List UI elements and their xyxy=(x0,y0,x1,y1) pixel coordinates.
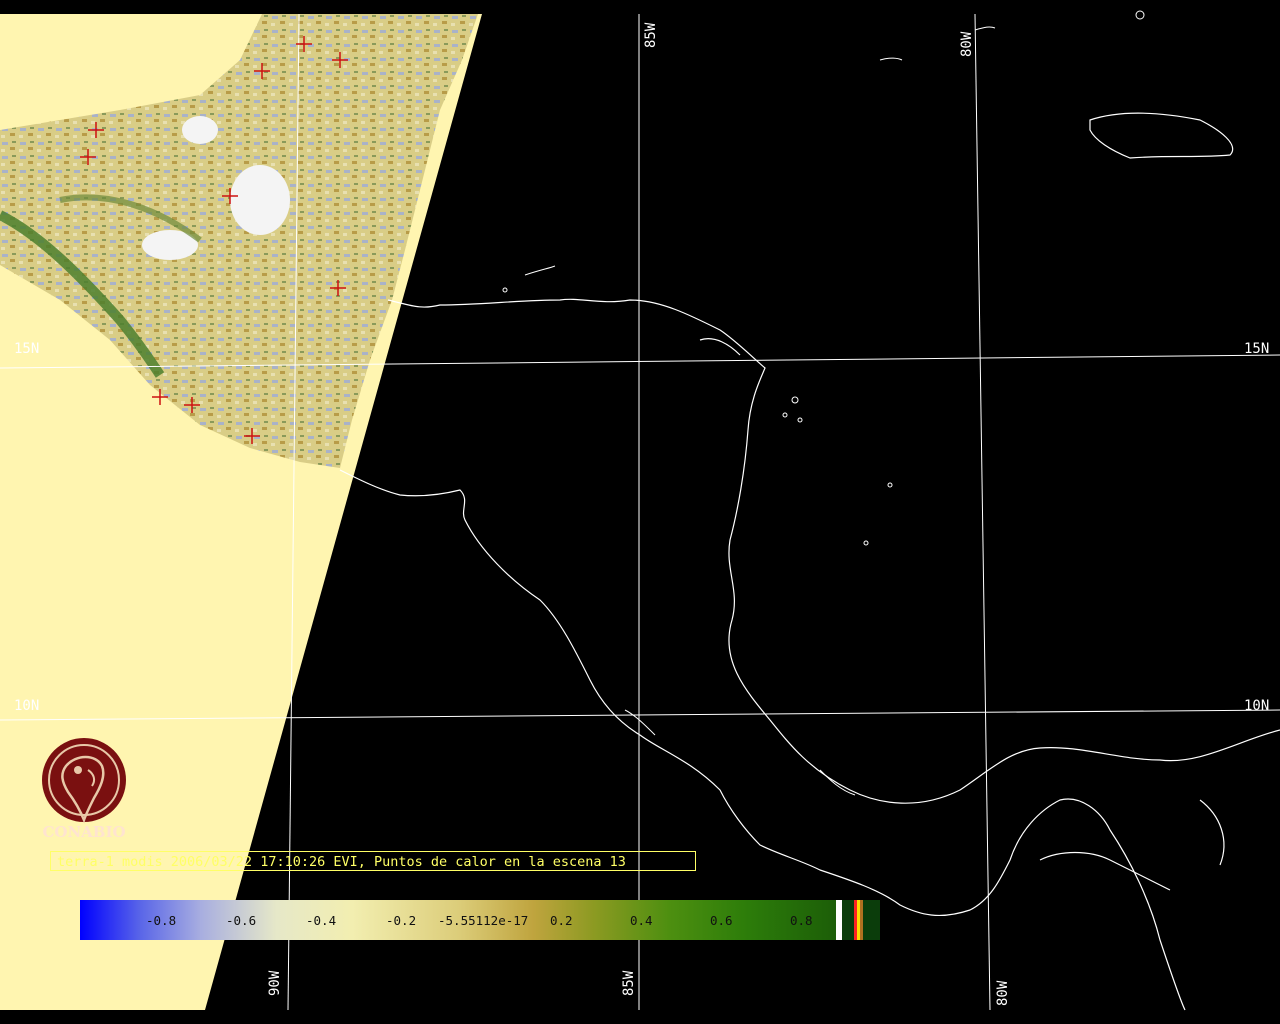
colorbar-tick: 0.6 xyxy=(710,913,733,928)
cloud-patch xyxy=(182,116,218,144)
colorbar-stripe-brown xyxy=(860,900,863,940)
colorbar-tick: -0.6 xyxy=(226,913,257,928)
lon-label-80w-bottom: 80W xyxy=(995,980,1011,1006)
colorbar-tick: -0.2 xyxy=(386,913,417,928)
coastline xyxy=(339,112,1280,1011)
lat-label-10n-left: 10N xyxy=(14,698,40,714)
conabio-logo-text: CONABIO xyxy=(42,823,126,841)
lon-label-85w-top: 85W xyxy=(643,22,659,48)
evi-colorbar: -0.8 -0.6 -0.4 -0.2 -5.55112e-17 0.2 0.4… xyxy=(80,900,880,940)
lon-label-80w-top: 80W xyxy=(959,31,975,57)
satellite-map: 15N 15N 10N 10N 85W 80W 90W 85W 80W CONA… xyxy=(0,0,1280,1024)
colorbar-tick: 0.4 xyxy=(630,913,653,928)
colorbar-tick: 0.8 xyxy=(790,913,813,928)
lat-label-15n-right: 15N xyxy=(1244,341,1270,357)
colorbar-tick: 0.2 xyxy=(550,913,573,928)
colorbar-stripe-white xyxy=(836,900,842,940)
lat-label-10n-right: 10N xyxy=(1244,698,1270,714)
colorbar-tick: -0.8 xyxy=(146,913,177,928)
lat-label-15n-left: 15N xyxy=(14,341,40,357)
image-caption: terra-1 modis 2006/03/22 17:10:26 EVI, P… xyxy=(50,851,696,871)
colorbar-tick: -0.4 xyxy=(306,913,337,928)
lon-label-85w-bottom: 85W xyxy=(621,970,637,996)
lon-label-90w-bottom: 90W xyxy=(267,970,283,996)
cloud-patch xyxy=(230,165,290,235)
colorbar-tick: -5.55112e-17 xyxy=(438,913,529,928)
islands xyxy=(502,10,1145,796)
